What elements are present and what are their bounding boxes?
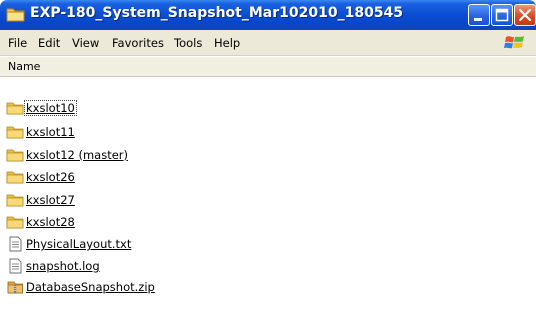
file-list: kxslot10 kxslot11 kxslot12 (master) kxsl… <box>0 78 536 334</box>
list-item[interactable]: kxslot11 <box>6 122 76 142</box>
list-item[interactable]: kxslot12 (master) <box>6 145 129 165</box>
file-label[interactable]: DatabaseSnapshot.zip <box>25 280 156 294</box>
list-item[interactable]: kxslot28 <box>6 212 76 232</box>
close-button[interactable] <box>514 4 536 26</box>
close-icon <box>518 8 532 22</box>
folder-icon <box>6 171 24 184</box>
list-item[interactable]: kxslot26 <box>6 167 76 187</box>
menu-tools[interactable]: Tools <box>174 36 202 50</box>
list-item[interactable]: DatabaseSnapshot.zip <box>6 277 156 297</box>
file-label[interactable]: kxslot26 <box>25 170 76 184</box>
column-header-name[interactable]: Name <box>8 60 40 73</box>
folder-icon <box>6 102 24 115</box>
menu-favorites[interactable]: Favorites <box>112 36 164 50</box>
window-title: EXP-180_System_Snapshot_Mar102010_180545 <box>30 5 404 21</box>
list-item[interactable]: snapshot.log <box>6 256 101 276</box>
text-file-icon <box>9 236 22 252</box>
column-header[interactable]: Name <box>0 57 536 77</box>
maximize-icon <box>495 8 509 22</box>
file-label[interactable]: snapshot.log <box>25 259 101 273</box>
zip-file-icon <box>7 281 23 294</box>
maximize-button[interactable] <box>491 4 513 26</box>
text-file-icon <box>9 258 22 274</box>
menu-help[interactable]: Help <box>214 36 240 50</box>
minimize-icon <box>474 18 482 21</box>
windows-logo-icon <box>504 36 524 49</box>
minimize-button[interactable] <box>468 4 490 26</box>
explorer-window: EXP-180_System_Snapshot_Mar102010_180545… <box>0 0 536 334</box>
folder-icon <box>6 216 24 229</box>
file-label[interactable]: PhysicalLayout.txt <box>25 237 132 251</box>
file-label[interactable]: kxslot27 <box>25 193 76 207</box>
title-bar[interactable]: EXP-180_System_Snapshot_Mar102010_180545 <box>0 0 536 30</box>
file-label[interactable]: kxslot10 <box>24 100 77 116</box>
menu-view[interactable]: View <box>72 36 99 50</box>
list-item[interactable]: PhysicalLayout.txt <box>6 234 132 254</box>
menu-bar: File Edit View Favorites Tools Help <box>0 30 536 56</box>
file-label[interactable]: kxslot28 <box>25 215 76 229</box>
folder-icon <box>6 126 24 139</box>
folder-icon <box>6 194 24 207</box>
menu-edit[interactable]: Edit <box>38 36 60 50</box>
file-label[interactable]: kxslot11 <box>25 125 76 139</box>
list-item[interactable]: kxslot27 <box>6 190 76 210</box>
folder-icon <box>6 8 25 22</box>
list-item[interactable]: kxslot10 <box>6 98 77 118</box>
file-label[interactable]: kxslot12 (master) <box>25 148 129 162</box>
menu-file[interactable]: File <box>8 36 27 50</box>
folder-icon <box>6 149 24 162</box>
